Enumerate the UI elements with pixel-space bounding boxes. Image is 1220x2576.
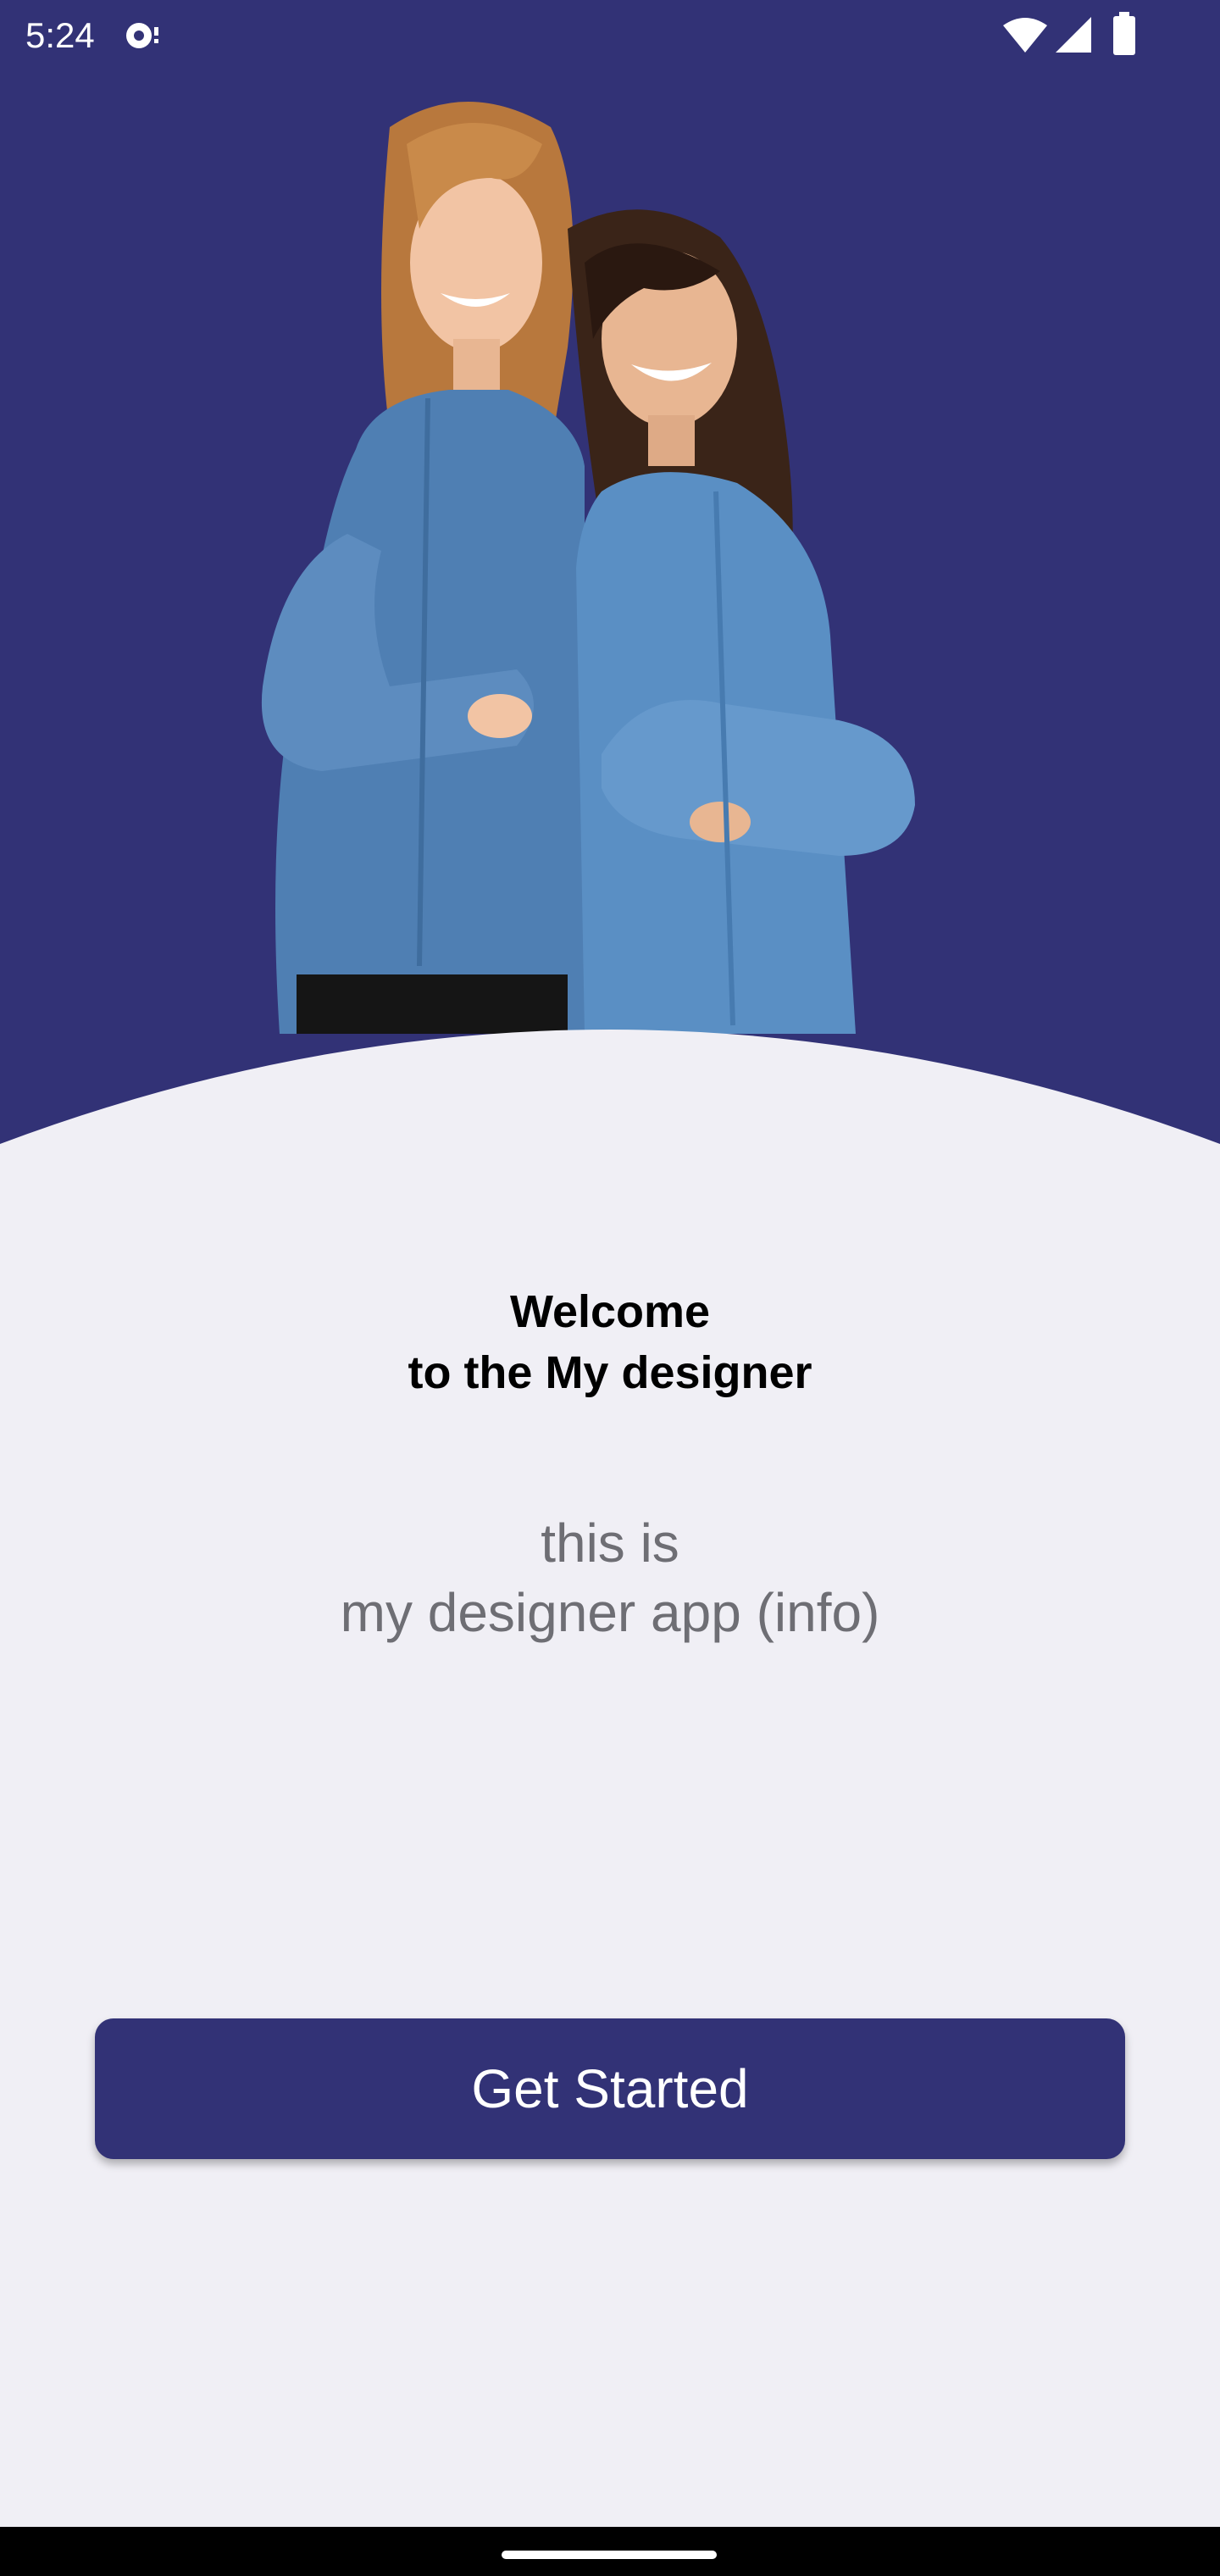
- info-text-line1: this is: [541, 1513, 679, 1574]
- two-women-photo: [261, 102, 915, 1034]
- cellular-signal-icon: [1054, 15, 1093, 58]
- info-text-line2: my designer app (info): [340, 1582, 880, 1643]
- get-started-button[interactable]: Get Started: [95, 2018, 1125, 2159]
- welcome-title-line1: Welcome: [509, 1286, 711, 1337]
- sync-notification-icon: [124, 19, 161, 57]
- battery-icon: [1112, 12, 1137, 60]
- welcome-title-line2: to the My designer: [408, 1347, 812, 1398]
- home-gesture-handle[interactable]: [502, 2551, 717, 2559]
- wifi-icon: [1001, 17, 1049, 58]
- navigation-bar: [0, 2527, 1220, 2576]
- welcome-title: Welcome to the My designer: [0, 1281, 1220, 1403]
- status-time: 5:24: [25, 15, 95, 55]
- hero-banner: 5:24: [0, 0, 1220, 1161]
- info-text: this is my designer app (info): [0, 1508, 1220, 1647]
- status-bar: 5:24: [0, 0, 1220, 71]
- hero-arc-divider: [0, 1030, 1220, 1161]
